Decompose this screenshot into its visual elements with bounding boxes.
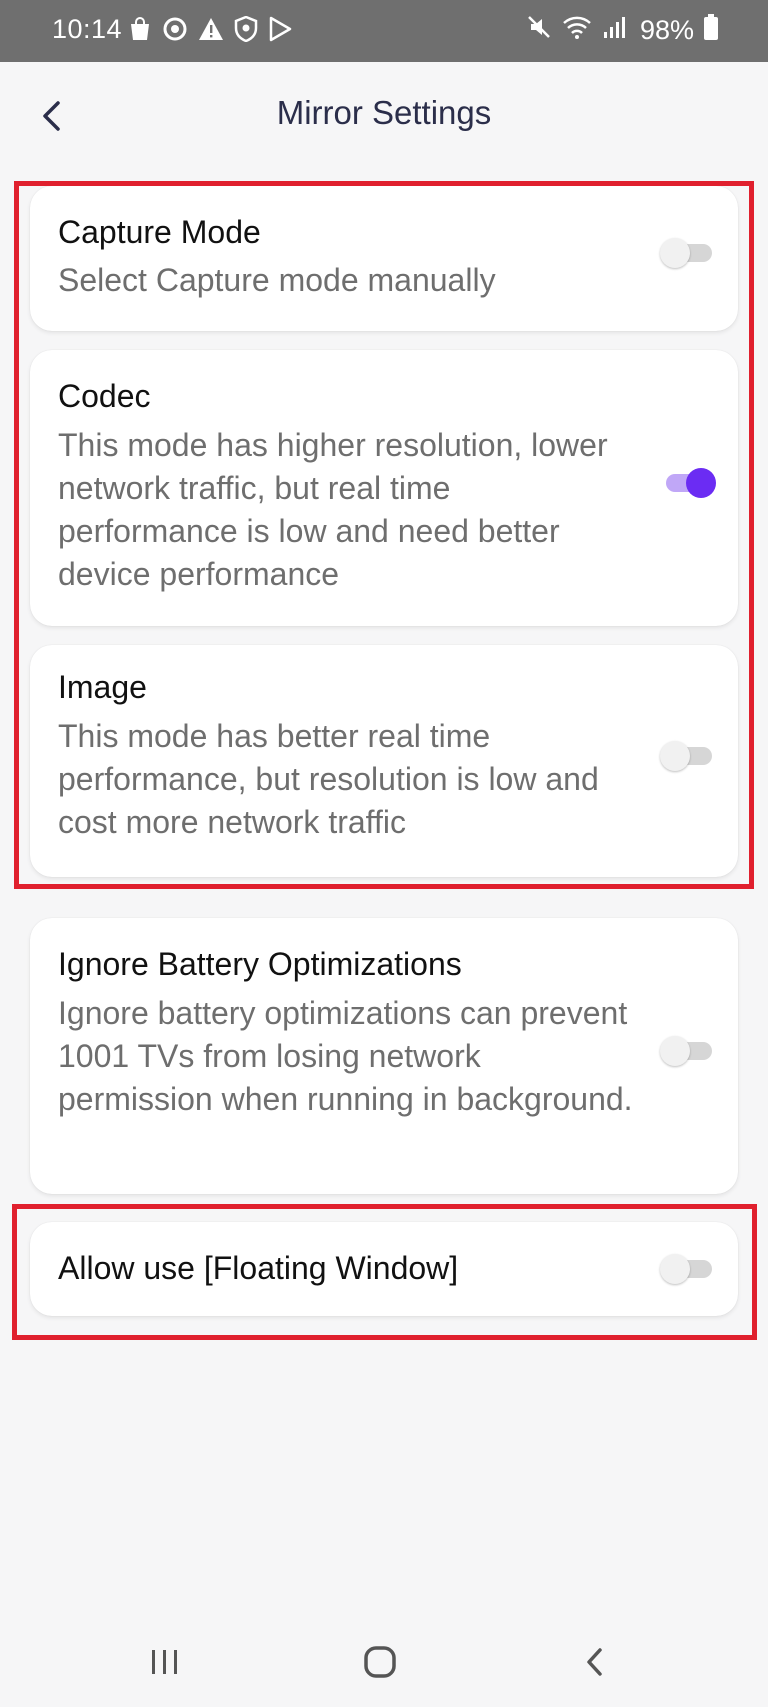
setting-description: Select Capture mode manually <box>58 262 496 298</box>
sync-icon <box>162 16 188 49</box>
shield-icon <box>234 15 258 49</box>
floating-window-toggle[interactable] <box>660 1254 716 1284</box>
setting-description: This mode has better real time performan… <box>58 718 599 840</box>
codec-toggle[interactable] <box>660 468 716 498</box>
shopping-bag-icon <box>128 16 152 49</box>
setting-title: Image <box>58 669 147 705</box>
wifi-icon <box>562 14 592 47</box>
warning-icon <box>198 16 224 49</box>
setting-title: Codec <box>58 378 151 414</box>
home-icon <box>364 1646 396 1678</box>
battery-optimizations-toggle[interactable] <box>660 1036 716 1066</box>
page-title: Mirror Settings <box>276 94 492 131</box>
navigation-bar <box>0 1620 768 1707</box>
setting-card-image: Image This mode has better real time per… <box>30 645 738 877</box>
setting-card-battery-optimizations: Ignore Battery Optimizations Ignore batt… <box>30 918 738 1194</box>
setting-title: Capture Mode <box>58 214 261 250</box>
status-system-icons: 98% <box>526 14 718 47</box>
app-bar: Mirror Settings <box>0 62 768 172</box>
status-notification-icons <box>128 15 292 49</box>
setting-description: Ignore battery optimizations can prevent… <box>58 995 633 1117</box>
setting-title: Allow use [Floating Window] <box>58 1250 459 1286</box>
battery-icon <box>704 14 718 47</box>
capture-mode-toggle[interactable] <box>660 238 716 268</box>
recent-apps-icon <box>152 1650 177 1674</box>
setting-card-capture-mode: Capture Mode Select Capture mode manuall… <box>30 186 738 331</box>
mute-icon <box>526 14 552 47</box>
setting-card-floating-window: Allow use [Floating Window] <box>30 1222 738 1316</box>
recent-apps-button[interactable] <box>141 1642 189 1682</box>
home-button[interactable] <box>356 1642 404 1682</box>
play-store-icon <box>268 16 292 49</box>
setting-card-codec: Codec This mode has higher resolution, l… <box>30 350 738 626</box>
status-bar: 10:14 98% <box>0 0 768 62</box>
signal-icon <box>602 15 626 46</box>
setting-title: Ignore Battery Optimizations <box>58 946 462 982</box>
back-icon <box>587 1648 602 1676</box>
battery-percent: 98% <box>639 15 694 45</box>
system-back-button[interactable] <box>571 1642 619 1682</box>
image-toggle[interactable] <box>660 741 716 771</box>
status-time: 10:14 <box>52 14 123 44</box>
setting-description: This mode has higher resolution, lower n… <box>58 427 608 592</box>
